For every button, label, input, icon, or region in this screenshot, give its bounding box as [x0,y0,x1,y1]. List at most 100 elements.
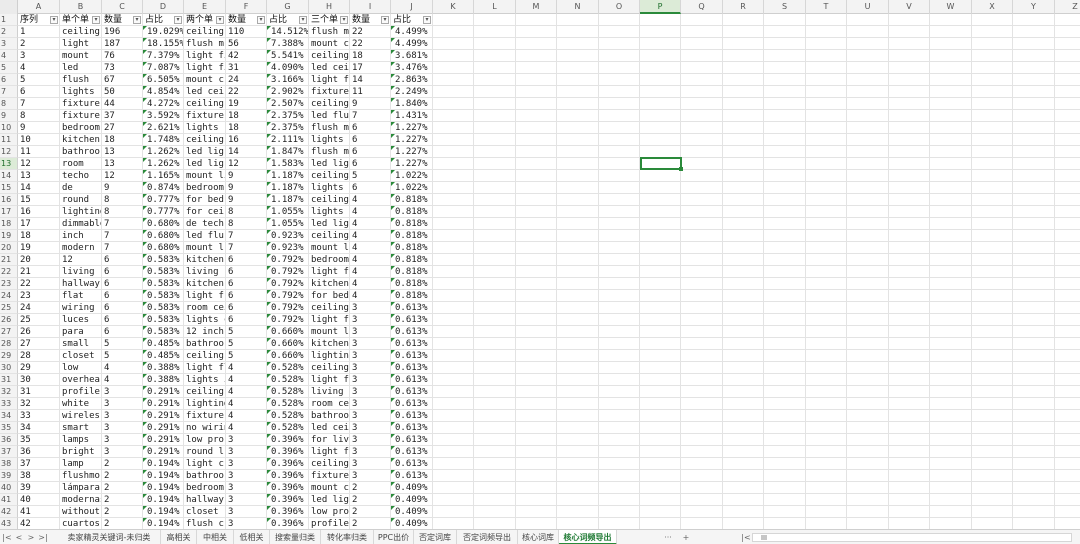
table-cell[interactable]: bathroo [309,410,350,422]
empty-cell[interactable] [516,38,557,50]
table-cell[interactable]: 1.262% [143,158,184,170]
table-cell[interactable]: 0.613% [391,302,433,314]
column-header-w[interactable]: W [930,0,972,14]
header-cell[interactable]: 单个单 ▾ [60,14,102,26]
row-header[interactable]: 42 [0,506,18,518]
empty-cell[interactable] [930,122,972,134]
table-cell[interactable]: 0.409% [391,494,433,506]
empty-cell[interactable] [557,98,599,110]
empty-cell[interactable] [764,230,806,242]
table-cell[interactable]: 0.923% [267,230,309,242]
empty-cell[interactable] [1013,482,1055,494]
table-cell[interactable]: lights [184,122,226,134]
empty-cell[interactable] [557,518,599,529]
table-cell[interactable]: room [60,158,102,170]
empty-cell[interactable] [806,506,847,518]
empty-cell[interactable] [930,278,972,290]
table-cell[interactable]: 1.847% [267,146,309,158]
empty-cell[interactable] [433,182,474,194]
empty-cell[interactable] [599,86,640,98]
empty-cell[interactable] [889,170,930,182]
empty-cell[interactable] [764,434,806,446]
row-header[interactable]: 13 [0,158,18,170]
table-cell[interactable]: 4 [350,254,391,266]
empty-cell[interactable] [516,314,557,326]
empty-cell[interactable] [681,206,723,218]
empty-cell[interactable] [557,86,599,98]
empty-cell[interactable] [599,350,640,362]
table-cell[interactable]: fixture [309,470,350,482]
empty-cell[interactable] [764,170,806,182]
empty-cell[interactable] [847,266,889,278]
table-cell[interactable]: 0.680% [143,218,184,230]
sheet-tab[interactable]: 高相关 [161,530,197,544]
empty-cell[interactable] [1055,470,1080,482]
empty-cell[interactable] [1055,206,1080,218]
table-cell[interactable]: 0.194% [143,506,184,518]
empty-cell[interactable] [1013,494,1055,506]
empty-cell[interactable] [474,326,516,338]
table-cell[interactable]: low pro [184,434,226,446]
empty-cell[interactable] [433,362,474,374]
table-cell[interactable]: living l [309,386,350,398]
table-cell[interactable]: kitchen [309,338,350,350]
empty-cell[interactable] [847,86,889,98]
empty-cell[interactable] [557,50,599,62]
table-cell[interactable]: 0.923% [267,242,309,254]
empty-cell[interactable] [474,38,516,50]
empty-cell[interactable] [889,98,930,110]
table-cell[interactable]: 29 [18,362,60,374]
empty-cell[interactable] [474,338,516,350]
empty-cell[interactable] [557,122,599,134]
empty-cell[interactable] [1013,158,1055,170]
sheet-tab[interactable]: 核心词库 [518,530,559,544]
empty-cell[interactable] [516,266,557,278]
table-cell[interactable]: 4.499% [391,38,433,50]
empty-cell[interactable] [889,134,930,146]
table-cell[interactable]: 0.396% [267,458,309,470]
table-cell[interactable]: light fi [184,62,226,74]
empty-cell[interactable] [640,326,681,338]
table-cell[interactable]: 0.818% [391,278,433,290]
empty-cell[interactable] [764,494,806,506]
empty-cell[interactable] [972,74,1013,86]
table-cell[interactable]: 0.396% [267,446,309,458]
empty-cell[interactable] [681,122,723,134]
empty-cell[interactable] [474,350,516,362]
empty-cell[interactable] [640,38,681,50]
empty-cell[interactable] [847,62,889,74]
empty-cell[interactable] [516,386,557,398]
table-cell[interactable]: mount li [184,170,226,182]
table-cell[interactable]: 18 [102,134,143,146]
table-cell[interactable]: 4.854% [143,86,184,98]
table-cell[interactable]: led lig [184,146,226,158]
table-cell[interactable]: profile [60,386,102,398]
empty-cell[interactable] [847,422,889,434]
sheet-tab[interactable]: 否定词库 [414,530,457,544]
empty-cell[interactable] [972,362,1013,374]
empty-cell[interactable] [516,494,557,506]
empty-cell[interactable] [1013,326,1055,338]
table-cell[interactable]: 0.409% [391,482,433,494]
table-cell[interactable]: mount l [309,326,350,338]
empty-cell[interactable] [516,326,557,338]
empty-cell[interactable] [681,506,723,518]
table-cell[interactable]: hallway [184,494,226,506]
empty-cell[interactable] [681,386,723,398]
empty-cell[interactable] [930,482,972,494]
table-cell[interactable]: light [60,38,102,50]
table-cell[interactable]: 3 [226,458,267,470]
empty-cell[interactable] [516,410,557,422]
empty-cell[interactable] [516,506,557,518]
table-cell[interactable]: bathroo [184,338,226,350]
column-header-n[interactable]: N [557,0,599,14]
empty-cell[interactable] [723,62,764,74]
empty-cell[interactable] [640,170,681,182]
empty-cell[interactable] [723,146,764,158]
empty-cell[interactable] [640,314,681,326]
table-cell[interactable]: 1.022% [391,182,433,194]
empty-cell[interactable] [972,38,1013,50]
empty-cell[interactable] [516,110,557,122]
empty-cell[interactable] [764,206,806,218]
empty-cell[interactable] [1055,314,1080,326]
